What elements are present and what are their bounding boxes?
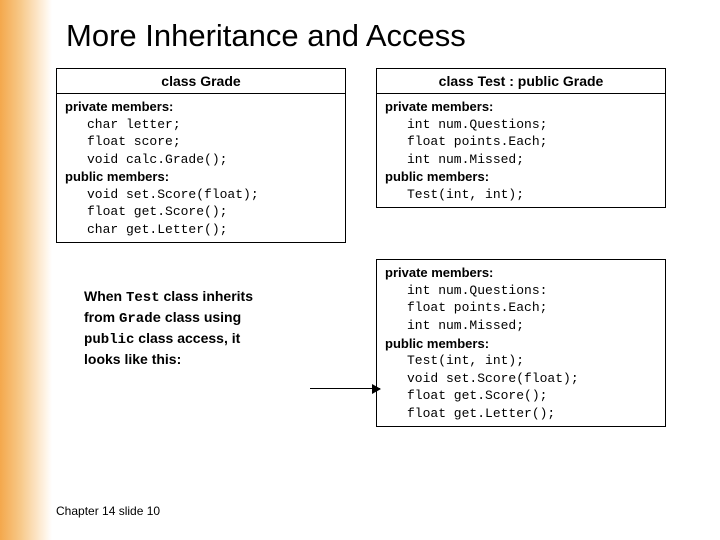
grade-column: class Grade private members: char letter… — [56, 68, 346, 243]
combined-public-line: void set.Score(float); — [385, 370, 657, 388]
explain-column: When Test class inherits from Grade clas… — [56, 259, 346, 427]
test-private-line: int num.Missed; — [385, 151, 657, 169]
combined-public-line: Test(int, int); — [385, 352, 657, 370]
slide-title: More Inheritance and Access — [66, 18, 690, 54]
grade-private-line: float score; — [65, 133, 337, 151]
explain-text: When — [84, 288, 126, 304]
combined-public-label: public members: — [385, 335, 657, 353]
explanation-text: When Test class inherits from Grade clas… — [84, 287, 314, 369]
grade-private-line: void calc.Grade(); — [65, 151, 337, 169]
test-private-line: int num.Questions; — [385, 116, 657, 134]
explain-text: from — [84, 309, 119, 325]
bottom-row: When Test class inherits from Grade clas… — [56, 259, 690, 427]
combined-private-line: int num.Missed; — [385, 317, 657, 335]
test-box-header: class Test : public Grade — [377, 69, 665, 94]
test-box-body: private members: int num.Questions; floa… — [377, 94, 665, 207]
explain-text: looks like this: — [84, 351, 181, 367]
combined-box: private members: int num.Questions: floa… — [376, 259, 666, 427]
top-row: class Grade private members: char letter… — [56, 68, 690, 243]
slide-footer: Chapter 14 slide 10 — [56, 504, 160, 518]
combined-public-line: float get.Letter(); — [385, 405, 657, 423]
explain-text: class inherits — [160, 288, 253, 304]
grade-public-line: void set.Score(float); — [65, 186, 337, 204]
grade-private-label: private members: — [65, 98, 337, 116]
explain-text: class access, it — [134, 330, 240, 346]
explain-code: Grade — [119, 311, 161, 327]
test-public-line: Test(int, int); — [385, 186, 657, 204]
combined-private-label: private members: — [385, 264, 657, 282]
explain-text: class using — [161, 309, 241, 325]
arrow-right-icon — [310, 388, 380, 389]
grade-private-line: char letter; — [65, 116, 337, 134]
test-private-label: private members: — [385, 98, 657, 116]
combined-private-line: float points.Each; — [385, 299, 657, 317]
test-private-line: float points.Each; — [385, 133, 657, 151]
grade-box-header: class Grade — [57, 69, 345, 94]
combined-box-body: private members: int num.Questions: floa… — [377, 260, 665, 426]
test-public-label: public members: — [385, 168, 657, 186]
grade-box: class Grade private members: char letter… — [56, 68, 346, 243]
explain-code: public — [84, 332, 134, 348]
grade-public-line: float get.Score(); — [65, 203, 337, 221]
test-box: class Test : public Grade private member… — [376, 68, 666, 208]
grade-public-label: public members: — [65, 168, 337, 186]
combined-column: private members: int num.Questions: floa… — [376, 259, 666, 427]
test-column: class Test : public Grade private member… — [376, 68, 666, 243]
combined-public-line: float get.Score(); — [385, 387, 657, 405]
grade-public-line: char get.Letter(); — [65, 221, 337, 239]
grade-box-body: private members: char letter; float scor… — [57, 94, 345, 242]
explain-code: Test — [126, 290, 160, 306]
slide-content: More Inheritance and Access class Grade … — [0, 0, 720, 540]
combined-private-line: int num.Questions: — [385, 282, 657, 300]
